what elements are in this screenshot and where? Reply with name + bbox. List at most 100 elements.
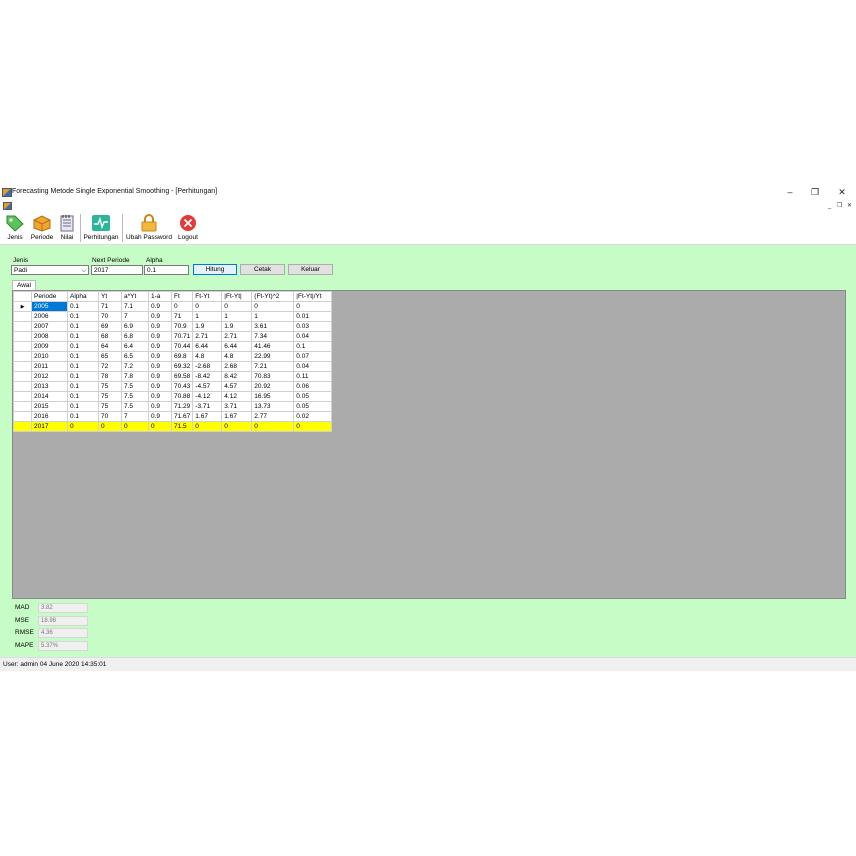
row-selector[interactable]: ▶	[13, 301, 32, 312]
table-row[interactable]: 2012 0.1 78 7.8 0.9 69.58 -8.42 8.42 70.83 0.11	[13, 371, 333, 382]
table-cell[interactable]: 71.29	[170, 401, 194, 412]
row-selector[interactable]	[13, 381, 32, 392]
table-cell[interactable]: 2012	[31, 371, 68, 382]
table-cell[interactable]: 0.1	[67, 321, 99, 332]
table-cell[interactable]: 0.05	[293, 401, 333, 412]
table-row[interactable]: 2013 0.1 75 7.5 0.9 70.43 -4.57 4.57 20.92 0.06	[13, 381, 333, 392]
column-header[interactable]: Alpha	[67, 291, 99, 302]
row-selector[interactable]	[13, 421, 32, 432]
table-cell[interactable]: 3.71	[221, 401, 253, 412]
cetak-button[interactable]: Cetak	[240, 264, 285, 275]
table-cell[interactable]: 13.73	[251, 401, 295, 412]
restore-button[interactable]: ❐	[808, 187, 822, 198]
table-cell[interactable]: 0.9	[148, 341, 172, 352]
column-header[interactable]: |Ft-Yt|/Yt	[293, 291, 333, 302]
table-cell[interactable]: -3.71	[192, 401, 223, 412]
table-cell[interactable]: 0.11	[293, 371, 333, 382]
table-cell[interactable]: 4.57	[221, 381, 253, 392]
table-cell[interactable]: 8.42	[221, 371, 253, 382]
table-cell[interactable]: 0.9	[148, 321, 172, 332]
table-cell[interactable]: 70.71	[170, 331, 194, 342]
table-cell[interactable]: 2014	[31, 391, 68, 402]
column-header[interactable]: a*Yt	[121, 291, 149, 302]
table-row[interactable]: 2014 0.1 75 7.5 0.9 70.88 -4.12 4.12 16.95 0.05	[13, 391, 333, 402]
table-cell[interactable]: 7	[121, 311, 149, 322]
table-cell[interactable]: 71.67	[170, 411, 194, 422]
row-selector[interactable]	[13, 341, 32, 352]
table-cell[interactable]: 0	[67, 421, 99, 432]
table-cell[interactable]: 0.07	[293, 351, 333, 362]
table-cell[interactable]: 78	[98, 371, 122, 382]
table-cell[interactable]: 0.1	[67, 331, 99, 342]
child-minimize-button[interactable]: _	[825, 202, 834, 210]
table-cell[interactable]: 2005	[31, 301, 68, 312]
table-cell[interactable]: 6.8	[121, 331, 149, 342]
table-cell[interactable]: 0	[293, 301, 333, 312]
table-cell[interactable]: 0.9	[148, 381, 172, 392]
table-cell[interactable]: 0.9	[148, 331, 172, 342]
table-cell[interactable]: 0.9	[148, 391, 172, 402]
table-cell[interactable]: 70.43	[170, 381, 194, 392]
table-cell[interactable]: 64	[98, 341, 122, 352]
table-cell[interactable]: 0.9	[148, 301, 172, 312]
table-cell[interactable]: 0.1	[67, 381, 99, 392]
table-cell[interactable]: 0.9	[148, 361, 172, 372]
table-cell[interactable]: 0	[293, 421, 333, 432]
table-cell[interactable]: 69.58	[170, 371, 194, 382]
table-cell[interactable]: 20.92	[251, 381, 295, 392]
table-cell[interactable]: 72	[98, 361, 122, 372]
minimize-button[interactable]: –	[783, 187, 797, 198]
table-cell[interactable]: 0.06	[293, 381, 333, 392]
table-cell[interactable]: 0.02	[293, 411, 333, 422]
table-cell[interactable]: 0.9	[148, 411, 172, 422]
column-header[interactable]: Periode	[31, 291, 68, 302]
table-cell[interactable]: 1.67	[221, 411, 253, 422]
table-cell[interactable]: 4.8	[221, 351, 253, 362]
table-row[interactable]: 2006 0.1 70 7 0.9 71 1 1 1 0.01	[13, 311, 333, 322]
table-cell[interactable]: 0.04	[293, 331, 333, 342]
table-cell[interactable]: 6.9	[121, 321, 149, 332]
column-header[interactable]: (Ft-Yt)^2	[251, 291, 295, 302]
table-cell[interactable]: 7.5	[121, 391, 149, 402]
table-cell[interactable]: 2016	[31, 411, 68, 422]
table-cell[interactable]: 0	[221, 421, 253, 432]
toolbar-jenis-button[interactable]: Jenis	[2, 213, 28, 243]
row-selector[interactable]	[13, 331, 32, 342]
table-cell[interactable]: 0	[121, 421, 149, 432]
toolbar-logout-button[interactable]: Logout	[175, 213, 201, 243]
table-cell[interactable]: 0	[221, 301, 253, 312]
row-selector[interactable]	[13, 411, 32, 422]
table-cell[interactable]: 0	[192, 301, 223, 312]
table-cell[interactable]: 2006	[31, 311, 68, 322]
table-cell[interactable]: 1.9	[221, 321, 253, 332]
table-cell[interactable]: 0	[148, 421, 172, 432]
table-cell[interactable]: 0.01	[293, 311, 333, 322]
table-cell[interactable]: 0	[251, 301, 295, 312]
table-cell[interactable]: 0.1	[67, 311, 99, 322]
table-row[interactable]: 2011 0.1 72 7.2 0.9 69.32 -2.68 2.68 7.21 0.04	[13, 361, 333, 372]
row-selector[interactable]	[13, 401, 32, 412]
child-window-icon[interactable]	[3, 202, 12, 210]
table-cell[interactable]: 0.04	[293, 361, 333, 372]
table-cell[interactable]: 2.68	[221, 361, 253, 372]
keluar-button[interactable]: Keluar	[288, 264, 333, 275]
table-cell[interactable]: 2009	[31, 341, 68, 352]
table-cell[interactable]: 2013	[31, 381, 68, 392]
table-cell[interactable]: 2017	[31, 421, 68, 432]
toolbar-nilai-button[interactable]: Nilai	[56, 213, 78, 243]
table-cell[interactable]: 69	[98, 321, 122, 332]
table-cell[interactable]: 0.1	[67, 351, 99, 362]
row-selector[interactable]	[13, 361, 32, 372]
table-cell[interactable]: 1.9	[192, 321, 223, 332]
row-selector[interactable]	[13, 311, 32, 322]
table-cell[interactable]: 0	[98, 421, 122, 432]
toolbar-perhitungan-button[interactable]: Perhitungan	[82, 213, 120, 243]
table-cell[interactable]: 0.1	[67, 391, 99, 402]
table-cell[interactable]: 0.1	[67, 371, 99, 382]
table-row[interactable]: ▶ 2005 0.1 71 7.1 0.9 0 0 0 0 0	[13, 301, 333, 312]
table-cell[interactable]: 7.21	[251, 361, 295, 372]
table-cell[interactable]: 0.9	[148, 371, 172, 382]
table-cell[interactable]: 70.83	[251, 371, 295, 382]
table-cell[interactable]: 2007	[31, 321, 68, 332]
column-header[interactable]: Ft-Yt	[192, 291, 223, 302]
